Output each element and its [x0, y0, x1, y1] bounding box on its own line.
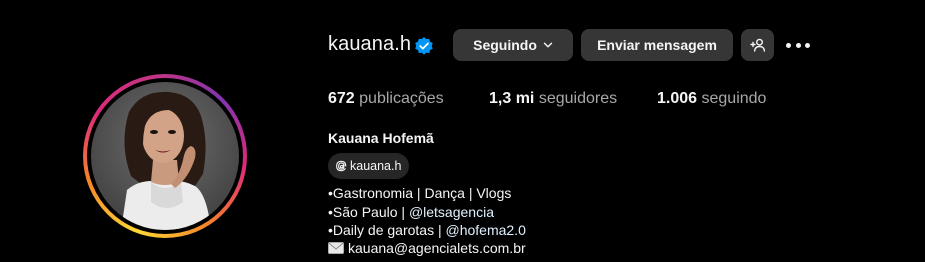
person-add-icon — [749, 38, 765, 52]
threads-handle: kauana.h — [350, 159, 402, 173]
send-message-button[interactable]: Enviar mensagem — [581, 29, 733, 61]
posts-stat: 672 publicações — [328, 90, 444, 108]
followers-stat[interactable]: 1,3 mi seguidores — [489, 90, 617, 108]
following-count: 1.006 — [657, 90, 698, 107]
threads-link[interactable]: kauana.h — [328, 153, 410, 179]
following-label: Seguindo — [473, 37, 537, 53]
bio-line-2: •São Paulo | @letsagencia — [328, 204, 494, 220]
mention-letsagencia[interactable]: @letsagencia — [409, 204, 494, 220]
full-name: Kauana Hofemã — [328, 130, 434, 146]
mention-hofema[interactable]: @hofema2.0 — [445, 222, 525, 238]
following-stat[interactable]: 1.006 seguindo — [657, 90, 766, 108]
email-text: kauana@agencialets.com.br — [348, 240, 526, 256]
more-dot — [795, 42, 801, 48]
followers-count: 1,3 mi — [489, 90, 535, 107]
verified-badge-icon — [415, 37, 433, 55]
posts-count: 672 — [328, 90, 355, 107]
send-message-label: Enviar mensagem — [597, 37, 717, 53]
avatar-gap — [87, 78, 243, 234]
bio-line-2-text: •São Paulo | — [328, 204, 409, 220]
more-options-icon[interactable] — [786, 36, 810, 54]
avatar[interactable] — [91, 82, 239, 230]
username: kauana.h — [328, 33, 412, 55]
bio-line-3-text: •Daily de garotas | — [328, 222, 446, 238]
following-button[interactable]: Seguindo — [453, 29, 573, 61]
suggested-accounts-button[interactable] — [741, 29, 774, 61]
chevron-down-icon — [543, 42, 553, 48]
followers-label: seguidores — [538, 90, 618, 107]
more-dot — [805, 42, 810, 48]
threads-icon — [336, 160, 347, 172]
bio-line-4: kauana@agencialets.com.br — [328, 240, 526, 256]
envelope-icon — [328, 242, 344, 254]
bio-line-3: •Daily de garotas | @hofema2.0 — [328, 222, 526, 238]
more-dot — [786, 42, 791, 48]
bio-line-1: •Gastronomia | Dança | Vlogs — [328, 185, 512, 201]
following-stat-label: seguindo — [701, 90, 767, 107]
story-ring[interactable] — [83, 74, 247, 238]
posts-label: publicações — [359, 90, 444, 107]
avatar-image — [91, 82, 239, 230]
